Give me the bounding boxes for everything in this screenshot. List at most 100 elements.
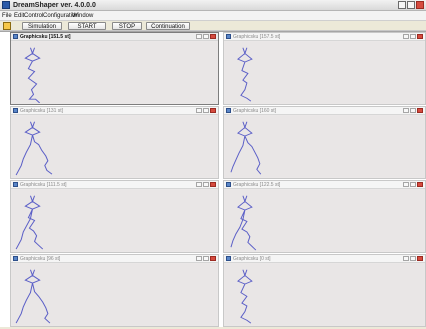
figure-plot — [24, 47, 41, 103]
plot-canvas[interactable] — [225, 190, 424, 251]
menu-edit[interactable]: Edit — [14, 11, 24, 21]
menu-bar: File Edit Control Configuration Window — [0, 11, 426, 21]
graphic-panel-1[interactable]: Graphicsku [151.5 st] — [10, 32, 219, 105]
graphic-panel-3[interactable]: Graphicsku [131 st] — [10, 106, 219, 179]
close-icon[interactable] — [416, 1, 424, 9]
panel-title-bar: Graphicsku [111.5 st] — [11, 181, 218, 189]
panel-icon — [13, 182, 18, 187]
panel-title: Graphicsku [131 st] — [20, 108, 64, 114]
graphic-panel-4[interactable]: Graphicsku [160 st] — [223, 106, 426, 179]
maximize-icon[interactable] — [407, 1, 415, 9]
panel-icon — [13, 34, 18, 39]
maximize-icon[interactable] — [410, 256, 416, 261]
minimize-icon[interactable] — [398, 1, 406, 9]
graphic-panel-6[interactable]: Graphicsku [122.5 st] — [223, 180, 426, 253]
panel-title-bar: Graphicsku [151.5 st] — [11, 33, 218, 41]
toolbar: Simulation START STOP Continuation — [0, 21, 426, 31]
panel-window-controls — [403, 108, 423, 113]
graphic-panel-5[interactable]: Graphicsku [111.5 st] — [10, 180, 219, 253]
simulation-button[interactable]: Simulation — [22, 22, 62, 30]
menu-window[interactable]: Window — [72, 11, 93, 21]
figure-plot — [15, 269, 51, 324]
figure-plot — [15, 121, 53, 176]
menu-control[interactable]: Control — [24, 11, 43, 21]
panel-icon — [226, 256, 231, 261]
close-icon[interactable] — [210, 108, 216, 113]
panel-title-bar: Graphicsku [0 st] — [224, 255, 425, 263]
stop-button[interactable]: STOP — [112, 22, 142, 30]
panel-window-controls — [403, 256, 423, 261]
title-bar: DreamShaper ver. 4.0.0.0 — [0, 0, 426, 11]
panel-title: Graphicsku [122.5 st] — [233, 182, 281, 188]
minimize-icon[interactable] — [403, 108, 409, 113]
maximize-icon[interactable] — [410, 108, 416, 113]
graphic-panel-2[interactable]: Graphicsku [157.5 st] — [223, 32, 426, 105]
panel-window-controls — [403, 34, 423, 39]
window-controls — [398, 1, 424, 9]
panel-icon — [226, 182, 231, 187]
plot-canvas[interactable] — [225, 264, 424, 325]
start-button[interactable]: START — [68, 22, 106, 30]
app-icon — [2, 1, 10, 9]
panel-title: Graphicsku [0 st] — [233, 256, 271, 262]
panel-title-bar: Graphicsku [160 st] — [224, 107, 425, 115]
minimize-icon[interactable] — [196, 256, 202, 261]
minimize-icon[interactable] — [196, 108, 202, 113]
app-window: DreamShaper ver. 4.0.0.0 File Edit Contr… — [0, 0, 426, 329]
panel-title: Graphicsku [111.5 st] — [20, 182, 67, 188]
panel-icon — [226, 108, 231, 113]
plot-canvas[interactable] — [12, 190, 217, 251]
close-icon[interactable] — [210, 34, 216, 39]
maximize-icon[interactable] — [203, 182, 209, 187]
minimize-icon[interactable] — [196, 182, 202, 187]
panel-icon — [226, 34, 231, 39]
close-icon[interactable] — [210, 182, 216, 187]
mdi-workspace: Graphicsku [151.5 st] Graphicsku [157.5 … — [0, 31, 426, 327]
panel-title: Graphicsku [96 st] — [20, 256, 61, 262]
maximize-icon[interactable] — [203, 34, 209, 39]
panel-window-controls — [196, 108, 216, 113]
plot-canvas[interactable] — [12, 264, 217, 325]
plot-canvas[interactable] — [225, 42, 424, 103]
graphic-panel-8[interactable]: Graphicsku [0 st] — [223, 254, 426, 327]
minimize-icon[interactable] — [403, 256, 409, 261]
minimize-icon[interactable] — [403, 182, 409, 187]
maximize-icon[interactable] — [203, 256, 209, 261]
toolbar-tool-icon[interactable] — [3, 22, 11, 30]
panel-icon — [13, 108, 18, 113]
plot-canvas[interactable] — [225, 116, 424, 177]
panel-window-controls — [196, 256, 216, 261]
close-icon[interactable] — [417, 34, 423, 39]
panel-title: Graphicsku [157.5 st] — [233, 34, 281, 40]
graphic-panel-7[interactable]: Graphicsku [96 st] — [10, 254, 219, 327]
minimize-icon[interactable] — [196, 34, 202, 39]
close-icon[interactable] — [417, 108, 423, 113]
plot-canvas[interactable] — [12, 42, 217, 103]
panel-title-bar: Graphicsku [157.5 st] — [224, 33, 425, 41]
menu-file[interactable]: File — [2, 11, 12, 21]
maximize-icon[interactable] — [410, 182, 416, 187]
close-icon[interactable] — [417, 182, 423, 187]
panel-title-bar: Graphicsku [122.5 st] — [224, 181, 425, 189]
panel-title: Graphicsku [160 st] — [233, 108, 277, 114]
panel-title: Graphicsku [151.5 st] — [20, 34, 71, 40]
figure-plot — [237, 269, 253, 324]
close-icon[interactable] — [210, 256, 216, 261]
panel-title-bar: Graphicsku [96 st] — [11, 255, 218, 263]
figure-plot — [230, 121, 262, 175]
panel-title-bar: Graphicsku [131 st] — [11, 107, 218, 115]
figure-plot — [230, 195, 257, 251]
panel-window-controls — [403, 182, 423, 187]
close-icon[interactable] — [417, 256, 423, 261]
maximize-icon[interactable] — [410, 34, 416, 39]
panel-window-controls — [196, 34, 216, 39]
continuation-button[interactable]: Continuation — [146, 22, 190, 30]
panel-icon — [13, 256, 18, 261]
figure-plot — [237, 47, 253, 102]
plot-canvas[interactable] — [12, 116, 217, 177]
minimize-icon[interactable] — [403, 34, 409, 39]
figure-plot — [15, 195, 44, 250]
maximize-icon[interactable] — [203, 108, 209, 113]
app-title: DreamShaper ver. 4.0.0.0 — [13, 2, 96, 9]
panel-window-controls — [196, 182, 216, 187]
